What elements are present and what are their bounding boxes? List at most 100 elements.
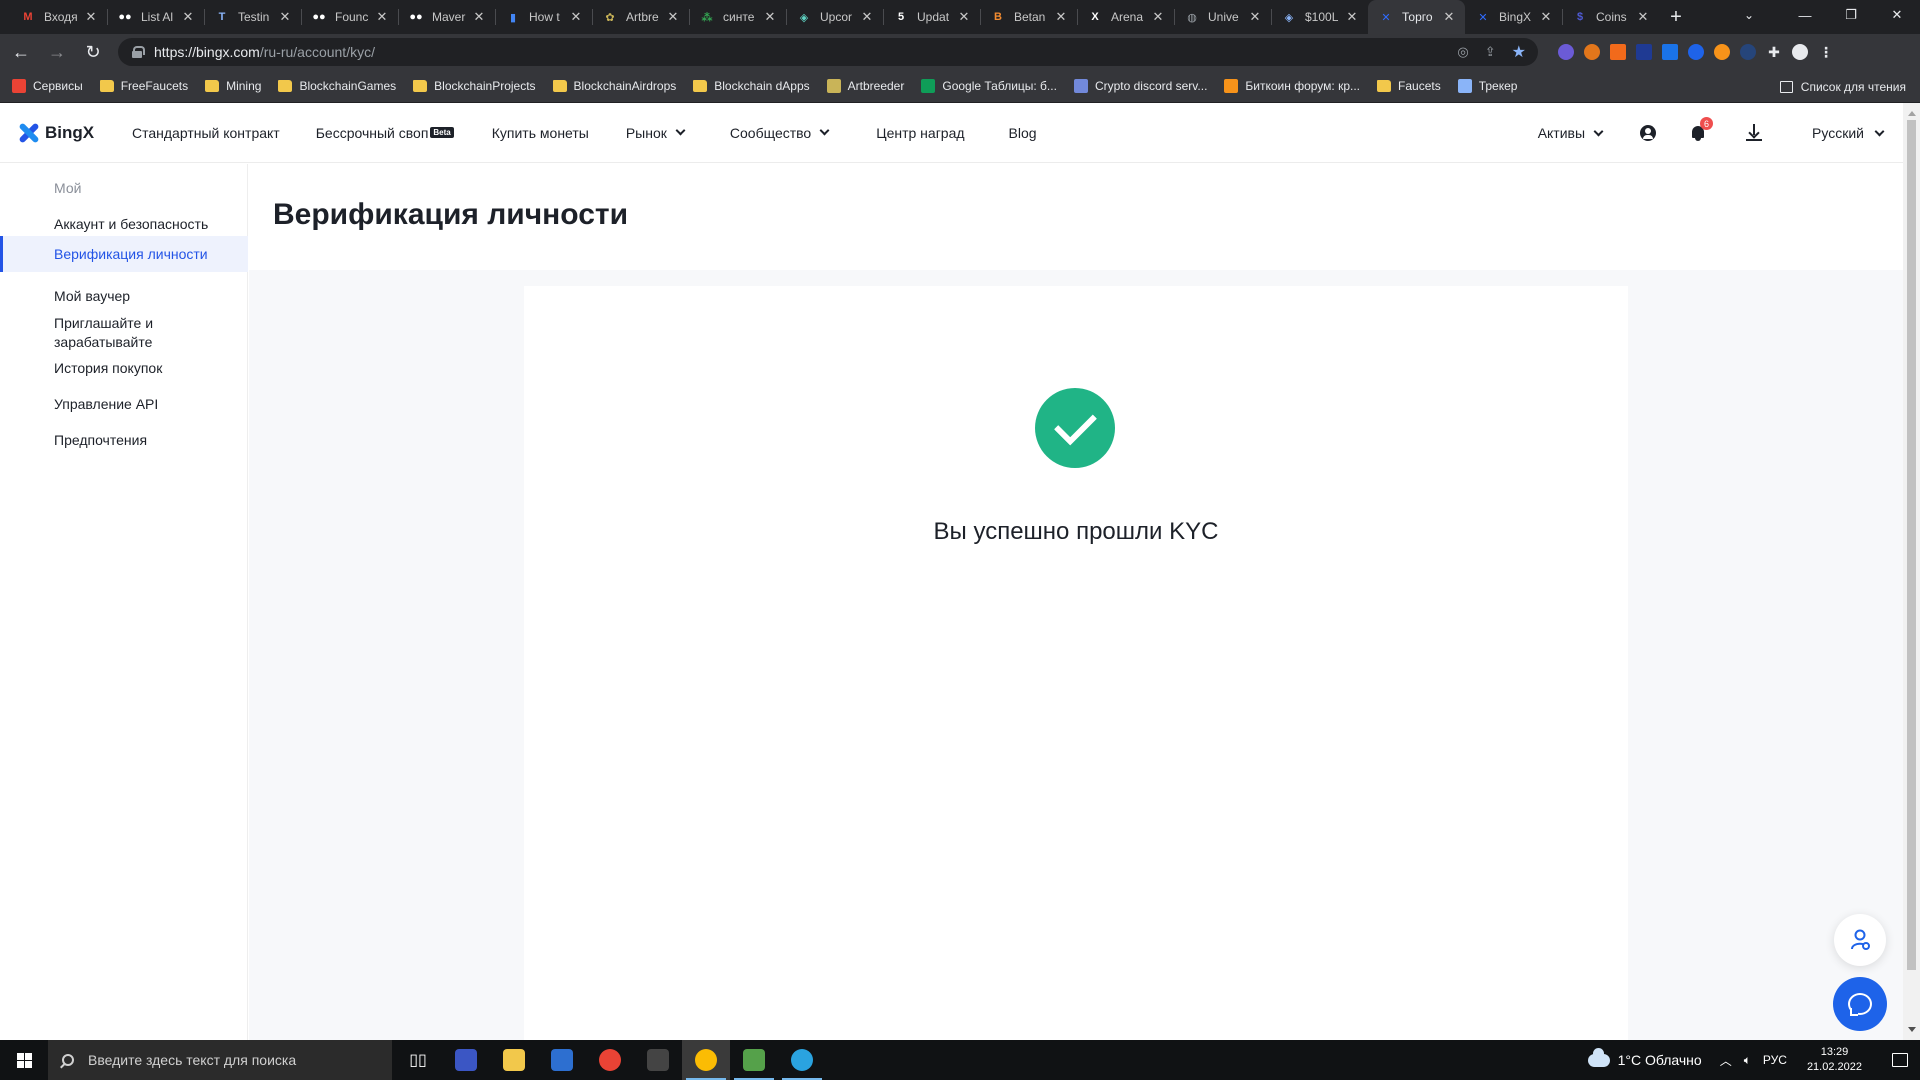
nav-item[interactable]: Стандартный контракт [132, 125, 280, 141]
scroll-down-icon[interactable] [1908, 1027, 1916, 1032]
taskbar-app[interactable] [586, 1040, 634, 1080]
browser-tab[interactable]: ◈ $100L ✕ [1271, 0, 1368, 34]
taskbar-app[interactable] [442, 1040, 490, 1080]
browser-tab[interactable]: M Входя ✕ [10, 0, 107, 34]
bell-icon[interactable]: 6 [1690, 117, 1714, 141]
nav-item[interactable]: Сообщество [730, 125, 830, 141]
sidebar-item[interactable]: Управление API [0, 395, 248, 414]
nav-item[interactable]: Бессрочный своп Beta [316, 125, 454, 141]
weather-widget[interactable]: 1°C Облачно [1587, 1047, 1702, 1068]
tab-search-icon[interactable]: ⌄ [1726, 0, 1772, 30]
reload-icon[interactable]: ↻ [78, 37, 108, 67]
browser-tab[interactable]: ●● Founc ✕ [301, 0, 398, 34]
bookmark-item[interactable]: Трекер [1457, 79, 1517, 93]
browser-tab[interactable]: ●● List Al ✕ [107, 0, 204, 34]
bookmark-item[interactable]: Artbreeder [826, 79, 904, 93]
tracking-blocked-icon[interactable]: ◎ [1457, 44, 1468, 60]
browser-tab[interactable]: ◈ Upcor ✕ [786, 0, 883, 34]
browser-tab-active[interactable]: ✕ Торго ✕ [1368, 0, 1465, 34]
close-tab-icon[interactable]: ✕ [180, 9, 196, 25]
close-tab-icon[interactable]: ✕ [665, 9, 681, 25]
taskbar-search[interactable]: Введите здесь текст для поиска [48, 1040, 392, 1080]
close-tab-icon[interactable]: ✕ [471, 9, 487, 25]
nav-item[interactable]: Центр наград [876, 125, 964, 141]
clock[interactable]: 13:29 21.02.2022 [1807, 1045, 1862, 1075]
browser-tab[interactable]: 5 Updat ✕ [883, 0, 980, 34]
scrollbar-thumb[interactable] [1907, 120, 1916, 970]
bookmark-item[interactable]: Сервисы [12, 79, 83, 93]
start-button[interactable] [0, 1040, 48, 1080]
task-view-button[interactable]: ▯▯ [394, 1040, 442, 1080]
close-tab-icon[interactable]: ✕ [762, 9, 778, 25]
language-menu[interactable]: Русский [1812, 125, 1885, 141]
address-bar[interactable]: https://bingx.com/ru-ru/account/kyc/ ◎ ⇪… [118, 38, 1538, 66]
profile-icon[interactable] [1792, 44, 1808, 60]
share-icon[interactable]: ⇪ [1485, 44, 1496, 60]
bookmark-star-icon[interactable]: ★ [1512, 42, 1526, 62]
nav-item[interactable]: Blog [1009, 125, 1037, 141]
taskbar-app[interactable] [490, 1040, 538, 1080]
close-tab-icon[interactable]: ✕ [1053, 9, 1069, 25]
browser-tab[interactable]: ●● Maver ✕ [398, 0, 495, 34]
volume-icon[interactable]: 🔈︎ [1744, 1053, 1751, 1068]
scroll-up-icon[interactable] [1908, 111, 1916, 116]
metamask-icon[interactable] [1584, 44, 1600, 60]
user-icon[interactable] [1640, 125, 1657, 141]
browser-tab[interactable]: ✕ BingX ✕ [1465, 0, 1562, 34]
close-tab-icon[interactable]: ✕ [1344, 9, 1360, 25]
close-tab-icon[interactable]: ✕ [956, 9, 972, 25]
sidebar-item[interactable]: Приглашайте и зарабатывайте [0, 314, 200, 352]
browser-tab[interactable]: ⁂ синте ✕ [689, 0, 786, 34]
bingx-logo[interactable]: BingX [15, 123, 115, 143]
assets-menu[interactable]: Активы [1538, 125, 1604, 141]
sidebar-item[interactable]: Предпочтения [0, 431, 248, 450]
lock-icon[interactable] [132, 46, 145, 58]
extension-icon[interactable] [1636, 44, 1652, 60]
sidebar-item[interactable]: Аккаунт и безопасность [0, 215, 248, 234]
browser-tab[interactable]: ◍ Unive ✕ [1174, 0, 1271, 34]
browser-tab[interactable]: ▮ How t ✕ [495, 0, 592, 34]
tray-expand-icon[interactable]: ︿ [1720, 1052, 1732, 1069]
bookmark-item[interactable]: BlockchainGames [278, 79, 396, 93]
extension-icon[interactable] [1558, 44, 1574, 60]
taskbar-app-active[interactable] [682, 1040, 730, 1080]
extension-icon[interactable] [1688, 44, 1704, 60]
bookmark-item[interactable]: FreeFaucets [99, 79, 188, 93]
menu-icon[interactable]: ⋮ [1818, 44, 1834, 60]
nav-item[interactable]: Рынок [626, 125, 686, 141]
extension-icon[interactable] [1610, 44, 1626, 60]
bookmark-item[interactable]: Faucets [1377, 79, 1441, 93]
bookmark-item[interactable]: Google Таблицы: б... [921, 79, 1057, 93]
url-text[interactable]: https://bingx.com/ru-ru/account/kyc/ [154, 44, 375, 60]
back-icon[interactable]: ← [6, 37, 36, 67]
bookmark-item[interactable]: BlockchainProjects [413, 79, 536, 93]
sidebar-item-active[interactable]: Верификация личности [0, 236, 248, 272]
taskbar-app[interactable] [634, 1040, 682, 1080]
browser-tab[interactable]: ✿ Artbre ✕ [592, 0, 689, 34]
bookmark-item[interactable]: Mining [205, 79, 261, 93]
input-language[interactable]: РУС [1763, 1053, 1787, 1067]
extension-icon[interactable] [1662, 44, 1678, 60]
sidebar-item[interactable]: История покупок [0, 359, 248, 378]
close-window-icon[interactable]: ✕ [1874, 0, 1920, 30]
bookmark-item[interactable]: Crypto discord serv... [1073, 79, 1207, 93]
minimize-icon[interactable]: — [1782, 0, 1828, 30]
new-tab-icon[interactable]: + [1659, 0, 1693, 34]
download-icon[interactable] [1746, 124, 1763, 142]
close-tab-icon[interactable]: ✕ [374, 9, 390, 25]
extension-icon[interactable] [1714, 44, 1730, 60]
browser-tab[interactable]: $ Coins ✕ [1562, 0, 1659, 34]
close-tab-icon[interactable]: ✕ [568, 9, 584, 25]
close-tab-icon[interactable]: ✕ [1150, 9, 1166, 25]
restore-icon[interactable]: ❐ [1828, 0, 1874, 30]
close-tab-icon[interactable]: ✕ [1538, 9, 1554, 25]
sidebar-item[interactable]: Мой ваучер [0, 287, 248, 306]
forward-icon[interactable]: → [42, 37, 72, 67]
close-tab-icon[interactable]: ✕ [859, 9, 875, 25]
extensions-puzzle-icon[interactable]: ✚ [1766, 44, 1782, 60]
close-tab-icon[interactable]: ✕ [1247, 9, 1263, 25]
browser-tab[interactable]: X Arena ✕ [1077, 0, 1174, 34]
close-tab-icon[interactable]: ✕ [277, 9, 293, 25]
taskbar-app[interactable] [730, 1040, 778, 1080]
close-tab-icon[interactable]: ✕ [1635, 9, 1651, 25]
